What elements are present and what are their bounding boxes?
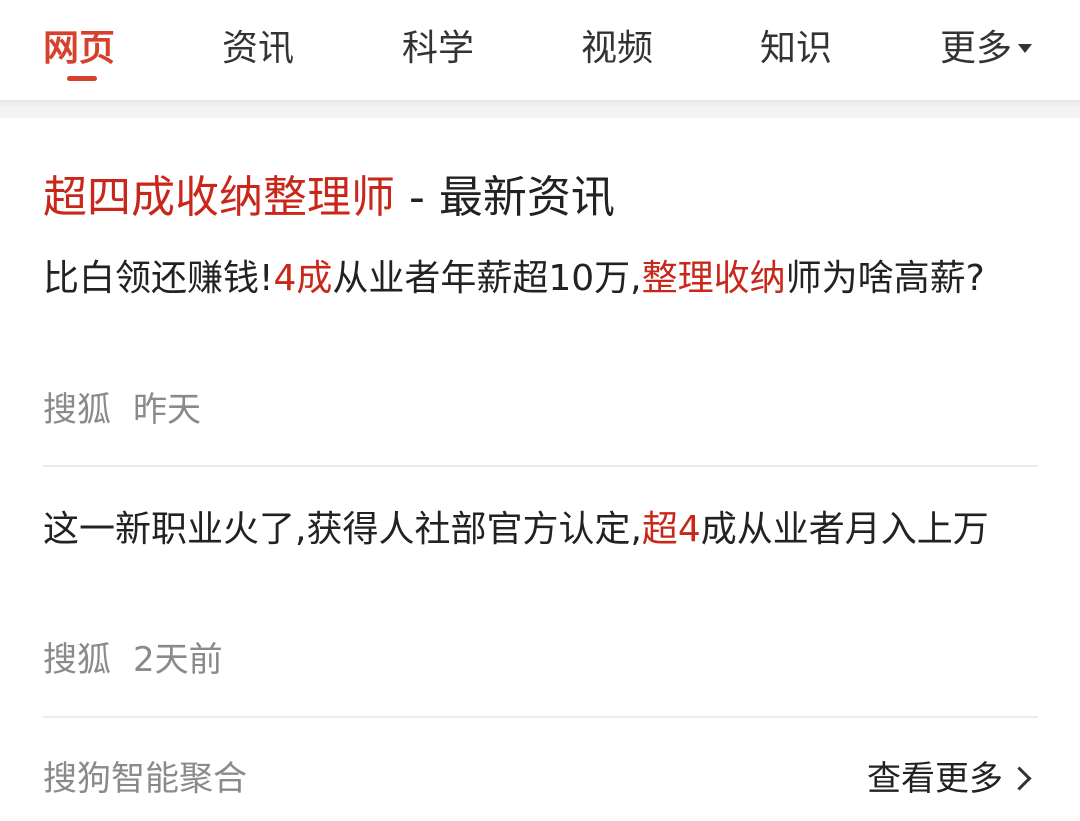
news-item-title[interactable]: 这一新职业火了,获得人社部官方认定,超4成从业者月入上万 — [43, 498, 1043, 562]
news-title-segment: 成从业者月入上万 — [700, 509, 989, 550]
news-item-meta: 搜狐 昨天 — [43, 385, 201, 435]
view-more-link[interactable]: 查看更多 — [867, 753, 1032, 805]
news-source: 搜狐 — [43, 390, 111, 430]
news-title-highlight: 超4 — [641, 509, 701, 550]
card-title-highlight: 超四成收纳整理师 — [43, 172, 395, 223]
divider — [43, 716, 1038, 718]
news-time: 昨天 — [133, 390, 201, 430]
news-title-segment: 从业者年薪超10万, — [332, 258, 642, 299]
caret-down-icon — [1018, 43, 1033, 53]
view-more-label: 查看更多 — [867, 759, 1003, 799]
aggregation-source-label: 搜狗智能聚合 — [43, 759, 247, 799]
tab-bar: 网页 资讯 科学 视频 知识 更多 — [0, 0, 1080, 100]
news-title-segment: 比白领还赚钱! — [43, 258, 274, 299]
news-time: 2天前 — [133, 640, 223, 680]
news-title-highlight: 整理收纳 — [641, 258, 786, 299]
news-title-segment: 这一新职业火了,获得人社部官方认定, — [43, 509, 642, 550]
news-title-highlight: 4成 — [273, 258, 333, 299]
section-separator — [0, 100, 1080, 118]
active-tab-indicator — [67, 76, 97, 81]
news-title-segment: 师为啥高薪? — [785, 258, 985, 299]
divider — [43, 465, 1038, 467]
tab-knowledge[interactable]: 知识 — [760, 24, 832, 74]
chevron-right-icon — [1007, 766, 1032, 791]
card-title-rest: - 最新资讯 — [395, 172, 615, 223]
tab-news[interactable]: 资讯 — [222, 24, 294, 74]
card-title[interactable]: 超四成收纳整理师 - 最新资讯 — [43, 168, 615, 228]
tab-web[interactable]: 网页 — [43, 24, 115, 74]
tab-science[interactable]: 科学 — [402, 24, 474, 74]
news-source: 搜狐 — [43, 640, 111, 680]
tab-more[interactable]: 更多 — [940, 24, 1033, 74]
news-item-title[interactable]: 比白领还赚钱!4成从业者年薪超10万,整理收纳师为啥高薪? — [43, 247, 1043, 311]
tab-video[interactable]: 视频 — [581, 24, 653, 74]
tab-more-label: 更多 — [940, 28, 1013, 69]
news-item-meta: 搜狐 2天前 — [43, 635, 223, 685]
